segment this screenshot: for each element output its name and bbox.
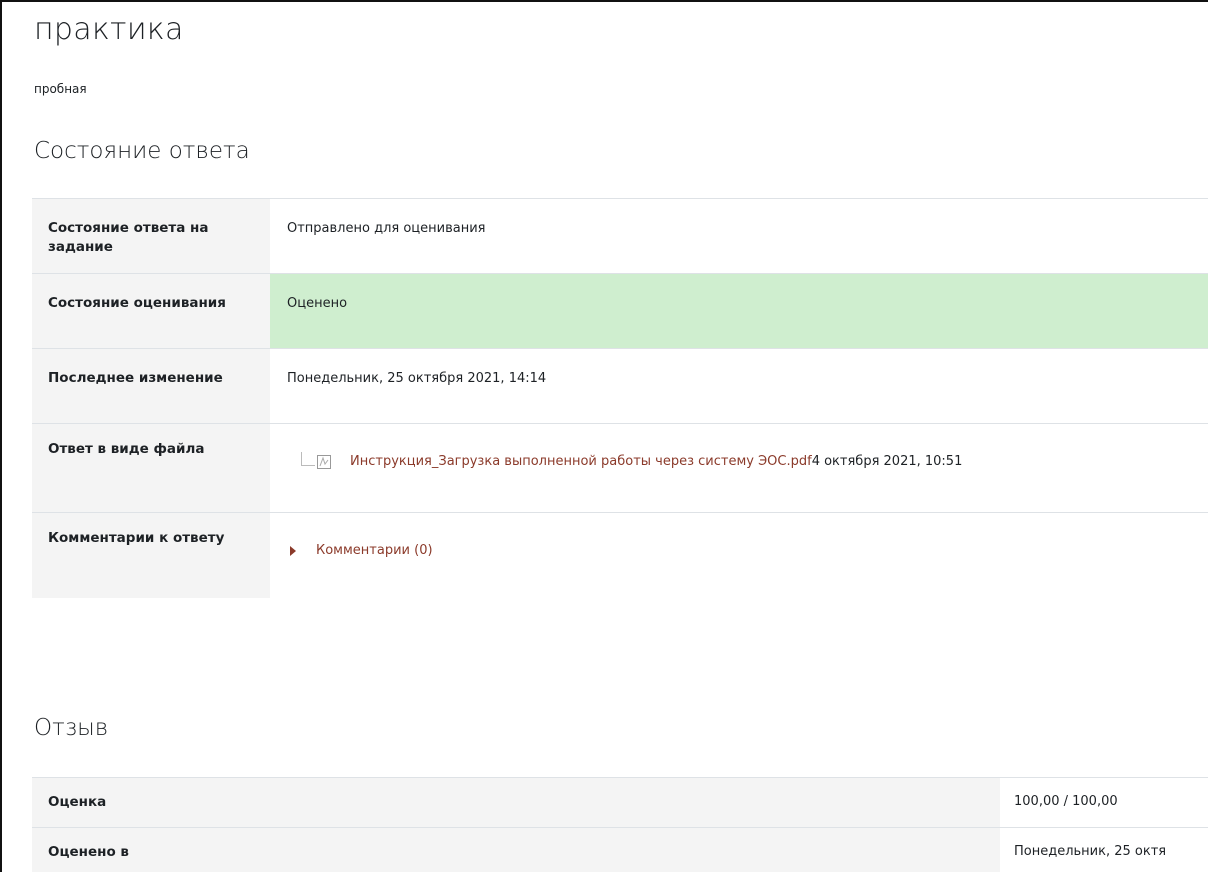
collapsed-triangle-icon[interactable] xyxy=(290,545,296,556)
table-row: Оценено в Понедельник, 25 октя xyxy=(32,827,1208,872)
tree-connector xyxy=(301,451,315,466)
table-row: Последнее изменение Понедельник, 25 октя… xyxy=(32,348,1208,424)
row-label: Оценка xyxy=(32,777,1000,828)
file-submission-cell: Инструкция_Загрузка выполненной работы ч… xyxy=(270,423,1208,513)
file-date: 4 октября 2021, 10:51 xyxy=(811,454,963,469)
pdf-icon[interactable] xyxy=(316,454,332,470)
feedback-table: Оценка 100,00 / 100,00 Оценено в Понедел… xyxy=(32,777,1208,872)
page-frame: практика пробная Состояние ответа Состоя… xyxy=(0,0,1208,872)
row-label: Последнее изменение xyxy=(32,348,270,424)
submission-status-table: Состояние ответа на задание Отправлено д… xyxy=(32,198,1208,598)
submitted-file-link[interactable]: Инструкция_Загрузка выполненной работы ч… xyxy=(350,452,812,471)
row-label: Ответ в виде файла xyxy=(32,423,270,513)
page-description: пробная xyxy=(34,82,87,96)
row-label: Оценено в xyxy=(32,827,1000,872)
last-modified-value: Понедельник, 25 октября 2021, 14:14 xyxy=(270,348,1208,424)
grade-value: 100,00 / 100,00 xyxy=(1000,777,1208,828)
graded-on-value: Понедельник, 25 октя xyxy=(1000,827,1208,872)
comments-toggle[interactable]: Комментарии (0) xyxy=(287,541,1195,560)
page-title: практика xyxy=(34,12,184,47)
table-row: Состояние ответа на задание Отправлено д… xyxy=(32,198,1208,274)
feedback-heading: Отзыв xyxy=(34,715,109,741)
submission-status-heading: Состояние ответа xyxy=(34,138,250,164)
table-row: Состояние оценивания Оценено xyxy=(32,273,1208,349)
comments-cell: Комментарии (0) xyxy=(270,512,1208,598)
row-label: Комментарии к ответу xyxy=(32,512,270,598)
row-label: Состояние оценивания xyxy=(32,273,270,349)
grading-status-value: Оценено xyxy=(270,273,1208,349)
submission-status-value: Отправлено для оценивания xyxy=(270,198,1208,274)
file-entry: Инструкция_Загрузка выполненной работы ч… xyxy=(287,451,1195,471)
table-row: Ответ в виде файла Инструкция_Загрузка в… xyxy=(32,423,1208,513)
comments-link[interactable]: Комментарии (0) xyxy=(316,541,433,560)
table-row: Комментарии к ответу Комментарии (0) xyxy=(32,512,1208,598)
row-label: Состояние ответа на задание xyxy=(32,198,270,274)
table-row: Оценка 100,00 / 100,00 xyxy=(32,777,1208,828)
